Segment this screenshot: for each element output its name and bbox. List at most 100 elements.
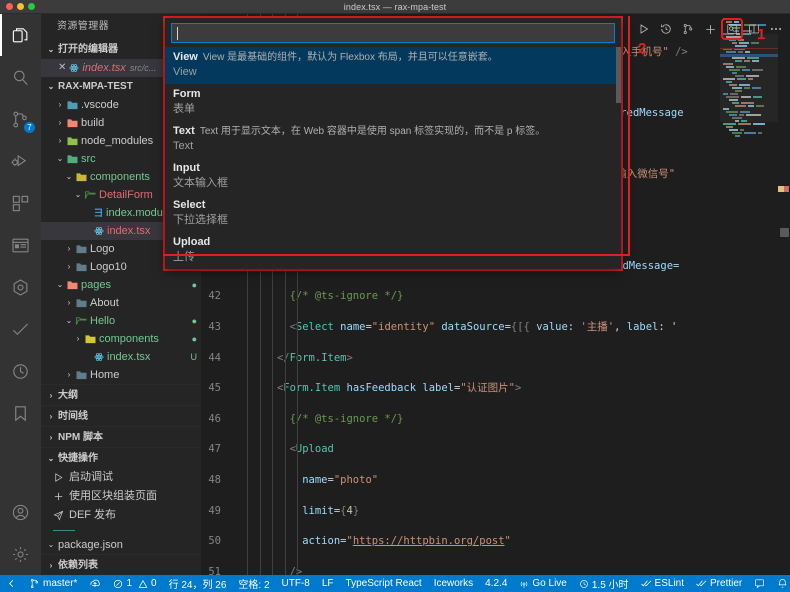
status-language-mode[interactable]: TypeScript React [340,575,428,592]
panel-header-0[interactable]: › 大纲 [41,384,201,405]
quick-pick-scrollbar[interactable] [616,47,621,103]
tree-item-index-tsx[interactable]: index.tsx U [41,348,201,366]
code-line[interactable]: 42 {/* @ts-ignore */} [201,289,790,304]
chevron-right-icon[interactable]: › [53,132,67,150]
quick-pick-item-select[interactable]: Select 下拉选择框 [165,195,621,232]
code-line[interactable]: 51 /> [201,565,790,575]
status-cursor-position[interactable]: 行 24，列 26 [163,575,233,592]
quick-pick-list[interactable]: View View 是最基础的组件，默认为 Flexbox 布局，并且可以任意嵌套… [165,47,621,269]
chevron-down-icon[interactable]: ⌄ [62,312,76,330]
status-time-tracker[interactable]: 1.5 小时 [573,575,635,592]
status-problems[interactable]: 1 0 [107,575,162,592]
chevron-right-icon[interactable]: › [71,330,85,348]
sync-icon [89,578,101,590]
activity-browser-preview[interactable] [0,224,41,266]
compare-icon[interactable] [678,19,698,39]
tree-item-pages[interactable]: ⌄ pages ● [41,276,201,294]
quick-pick-input[interactable] [171,23,615,43]
overview-ruler[interactable] [778,14,790,575]
line-number: 42 [208,290,221,303]
code-line[interactable]: 44 </Form.Item> [201,351,790,366]
chevron-down-icon[interactable]: ⌄ [53,150,67,168]
more-actions-icon[interactable] [766,19,786,39]
chevron-right-icon[interactable]: › [53,114,67,132]
status-prettier[interactable]: Prettier [690,575,748,592]
status-remote[interactable] [0,575,23,592]
tree-item-hello[interactable]: ⌄ Hello ● [41,312,201,330]
status-iceworks[interactable]: Iceworks [428,575,479,592]
chevron-right-icon[interactable]: › [62,240,76,258]
status-eol[interactable]: LF [316,575,340,592]
chevron-right-icon[interactable]: › [62,258,76,276]
code-line[interactable]: 49 limit={4} [201,504,790,519]
code-line[interactable]: 45 <Form.Item hasFeedback label="认证图片"> [201,381,790,396]
close-icon[interactable]: ✕ [58,59,66,77]
status-encoding[interactable]: UTF-8 [276,575,316,592]
panel-header-3[interactable]: ⌄ 快捷操作 [41,447,201,468]
chevron-down-icon[interactable]: ⌄ [71,186,85,204]
quick-pick-item-text[interactable]: Text Text 用于显示文本，在 Web 容器中是使用 span 标签实现的，… [165,121,621,158]
quick-action-2[interactable]: DEF 发布 [41,506,201,525]
status-notifications[interactable] [771,575,790,592]
activity-todo[interactable] [0,308,41,350]
status-eslint[interactable]: ESLint [635,575,690,592]
status-version[interactable]: 4.2.4 [479,575,513,592]
code-line[interactable]: 47 <Upload [201,442,790,457]
warning-icon [138,579,148,589]
tree-item-about[interactable]: › About [41,294,201,312]
quick-pick-item-view[interactable]: View View 是最基础的组件，默认为 Flexbox 布局，并且可以任意嵌套… [165,47,621,84]
chevron-down-icon[interactable]: ⌄ [62,168,76,186]
quick-pick-item-input[interactable]: Input 文本输入框 [165,158,621,195]
activity-source-control[interactable]: 7 [0,98,41,140]
folder-icon [76,172,87,182]
activity-timer[interactable] [0,350,41,392]
tree-item-home[interactable]: › Home [41,366,201,384]
npm-root[interactable]: ⌄ package.json [41,536,201,554]
folder-icon [76,244,87,254]
status-sync[interactable] [83,575,107,592]
activity-settings[interactable] [0,533,41,575]
tree-item-components[interactable]: › components ● [41,330,201,348]
history-icon[interactable] [656,19,676,39]
status-indentation[interactable]: 空格: 2 [232,575,275,592]
play-icon [53,472,69,483]
code-line[interactable]: 46 {/* @ts-ignore */} [201,412,790,427]
panel-header-1[interactable]: › 时间线 [41,405,201,426]
open-preview-icon[interactable] [721,18,743,40]
minimap[interactable] [720,14,778,575]
activity-explorer[interactable] [0,14,41,56]
chevron-down-icon[interactable]: ⌄ [53,276,67,294]
code-line[interactable]: 43 <Select name="identity" dataSource={[… [201,320,790,335]
panel-label: 快捷操作 [58,452,98,464]
clock-icon [11,362,30,381]
panel-header-2[interactable]: › NPM 脚本 [41,426,201,447]
activity-extensions[interactable] [0,182,41,224]
run-code-icon[interactable] [634,19,654,39]
quick-pick-item-upload[interactable]: Upload 上传 [165,232,621,269]
chevron-right-icon[interactable]: › [62,366,76,384]
status-go-live[interactable]: Go Live [513,575,572,592]
activity-accounts[interactable] [0,491,41,533]
clock-icon [579,579,589,589]
section-dependencies[interactable]: › 依赖列表 [41,554,201,575]
code-line[interactable]: 48 name="photo" [201,473,790,488]
quick-pick-item-title: Text Text 用于显示文本，在 Web 容器中是使用 span 标签实现的，… [173,124,613,139]
activity-iceworks[interactable] [0,266,41,308]
activity-run-debug[interactable] [0,140,41,182]
quick-action-0[interactable]: 启动调试 [41,468,201,487]
version-label: 4.2.4 [485,578,508,589]
folder-icon [76,370,87,380]
chevron-right-icon[interactable]: › [62,294,76,312]
status-branch[interactable]: master* [23,575,83,592]
quick-action-1[interactable]: 使用区块组装页面 [41,487,201,506]
split-add-icon[interactable] [700,19,720,39]
activity-search[interactable] [0,56,41,98]
status-feedback[interactable] [748,575,771,592]
quick-pick-item-title: View View 是最基础的组件，默认为 Flexbox 布局，并且可以任意嵌套… [173,50,613,65]
quick-pick-item-form[interactable]: Form 表单 [165,84,621,121]
activity-bookmarks[interactable] [0,392,41,434]
chevron-right-icon[interactable]: › [53,96,67,114]
code-line[interactable]: 50 action="https://httpbin.org/post" [201,534,790,549]
minimap-slider[interactable] [720,34,778,122]
tree-item-label: src [81,153,96,165]
